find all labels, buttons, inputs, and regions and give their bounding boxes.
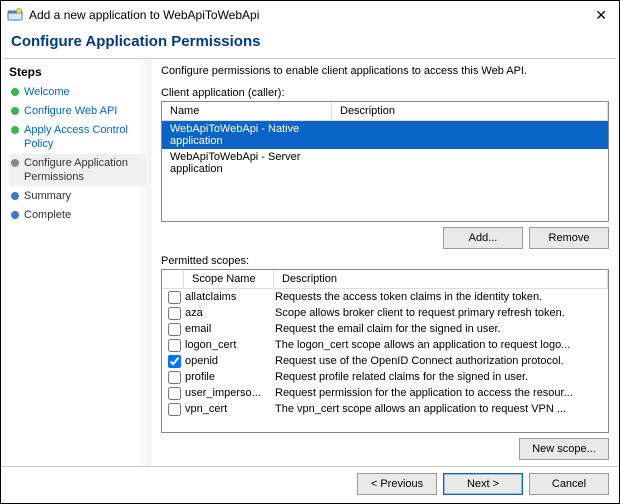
scope-name: allatclaims <box>185 289 275 305</box>
scope-checkbox[interactable] <box>168 307 181 320</box>
client-app-desc <box>340 151 600 175</box>
scope-row[interactable]: openidRequest use of the OpenID Connect … <box>162 353 608 369</box>
scope-row[interactable]: vpn_certThe vpn_cert scope allows an app… <box>162 401 608 417</box>
steps-heading: Steps <box>9 65 146 79</box>
scope-row[interactable]: allatclaimsRequests the access token cla… <box>162 289 608 305</box>
scope-checkbox[interactable] <box>168 371 181 384</box>
scope-name: logon_cert <box>185 337 275 353</box>
close-icon[interactable]: ✕ <box>589 7 613 24</box>
window-title: Add a new application to WebApiToWebApi <box>29 8 589 22</box>
footer-buttons: < Previous Next > Cancel <box>1 466 619 503</box>
next-button[interactable]: Next > <box>443 473 523 495</box>
scope-row[interactable]: profileRequest profile related claims fo… <box>162 369 608 385</box>
scope-desc: Request profile related claims for the s… <box>275 369 604 385</box>
wizard-window: Add a new application to WebApiToWebApi … <box>0 0 620 504</box>
scope-desc: The logon_cert scope allows an applicati… <box>275 337 604 353</box>
col-name-header[interactable]: Name <box>162 102 332 120</box>
scope-desc: Scope allows broker client to request pr… <box>275 305 604 321</box>
client-app-row[interactable]: WebApiToWebApi - Server application <box>162 149 608 177</box>
client-app-row[interactable]: WebApiToWebApi - Native application <box>162 121 608 149</box>
scope-checkbox[interactable] <box>168 355 181 368</box>
scope-name: aza <box>185 305 275 321</box>
step-3: Configure Application Permissions <box>9 154 146 186</box>
client-app-name: WebApiToWebApi - Server application <box>170 151 340 175</box>
scope-desc: Request use of the OpenID Connect author… <box>275 353 604 369</box>
step-bullet-icon <box>11 211 19 219</box>
app-icon <box>7 7 23 23</box>
scopes-label: Permitted scopes: <box>161 255 609 267</box>
step-1[interactable]: Configure Web API <box>9 102 146 120</box>
scope-name-header[interactable]: Scope Name <box>184 270 274 288</box>
scope-checkbox[interactable] <box>168 403 181 416</box>
scope-name: user_imperso... <box>185 385 275 401</box>
step-label: Complete <box>24 208 71 222</box>
steps-pane: Steps Welcome Configure Web API Apply Acce… <box>1 59 151 466</box>
scope-checkbox[interactable] <box>168 387 181 400</box>
step-bullet-icon <box>11 88 19 96</box>
step-4: Summary <box>9 187 146 205</box>
scope-row[interactable]: logon_certThe logon_cert scope allows an… <box>162 337 608 353</box>
scopes-grid-header: Scope Name Description <box>162 270 608 289</box>
col-desc-header[interactable]: Description <box>332 102 608 120</box>
scope-row[interactable]: user_imperso...Request permission for th… <box>162 385 608 401</box>
scope-name: openid <box>185 353 275 369</box>
scope-desc: Requests the access token claims in the … <box>275 289 604 305</box>
step-label: Configure Application Permissions <box>24 156 144 184</box>
client-app-name: WebApiToWebApi - Native application <box>170 123 340 147</box>
scope-checkbox[interactable] <box>168 291 181 304</box>
scope-checkbox[interactable] <box>168 339 181 352</box>
step-label: Apply Access Control Policy <box>24 123 144 151</box>
scope-row[interactable]: emailRequest the email claim for the sig… <box>162 321 608 337</box>
client-grid-header: Name Description <box>162 102 608 121</box>
scope-name: email <box>185 321 275 337</box>
page-title: Configure Application Permissions <box>1 27 619 58</box>
titlebar: Add a new application to WebApiToWebApi … <box>1 1 619 27</box>
step-2[interactable]: Apply Access Control Policy <box>9 121 146 153</box>
previous-button[interactable]: < Previous <box>357 473 437 495</box>
scope-desc: Request the email claim for the signed i… <box>275 321 604 337</box>
client-app-desc <box>340 123 600 147</box>
scope-desc: Request permission for the application t… <box>275 385 604 401</box>
add-button[interactable]: Add... <box>443 227 523 249</box>
remove-button[interactable]: Remove <box>529 227 609 249</box>
step-label: Configure Web API <box>24 104 117 118</box>
step-5: Complete <box>9 206 146 224</box>
scope-name: vpn_cert <box>185 401 275 417</box>
step-bullet-icon <box>11 107 19 115</box>
scopes-grid[interactable]: Scope Name Description allatclaimsReques… <box>161 269 609 433</box>
client-app-label: Client application (caller): <box>161 87 609 99</box>
step-0[interactable]: Welcome <box>9 83 146 101</box>
scope-name: profile <box>185 369 275 385</box>
new-scope-button[interactable]: New scope... <box>519 438 609 460</box>
step-bullet-icon <box>11 159 19 167</box>
step-bullet-icon <box>11 126 19 134</box>
cancel-button[interactable]: Cancel <box>529 473 609 495</box>
instruction-text: Configure permissions to enable client a… <box>161 65 609 77</box>
scope-row[interactable]: azaScope allows broker client to request… <box>162 305 608 321</box>
scope-desc: The vpn_cert scope allows an application… <box>275 401 604 417</box>
step-label: Summary <box>24 189 71 203</box>
step-label: Welcome <box>24 85 70 99</box>
client-app-grid[interactable]: Name Description WebApiToWebApi - Native… <box>161 101 609 222</box>
scope-desc-header[interactable]: Description <box>274 270 608 288</box>
main-pane: Configure permissions to enable client a… <box>151 59 619 466</box>
step-bullet-icon <box>11 192 19 200</box>
scope-checkbox[interactable] <box>168 323 181 336</box>
